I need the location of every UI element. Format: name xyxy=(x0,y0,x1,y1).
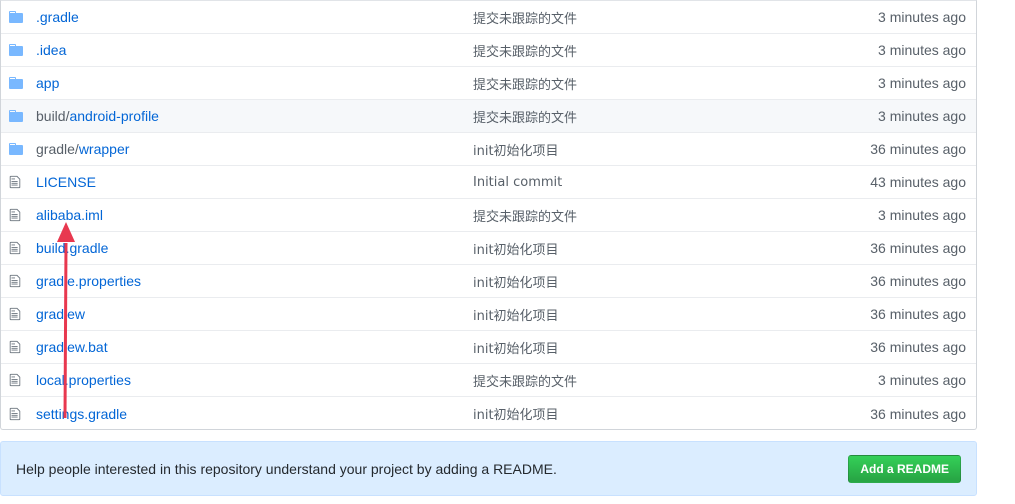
file-name-cell: gradle.properties xyxy=(36,273,473,289)
folder-icon xyxy=(1,143,36,155)
commit-message-link[interactable]: 提交未跟踪的文件 xyxy=(473,107,773,126)
table-row[interactable]: local.properties 提交未跟踪的文件 3 minutes ago xyxy=(1,364,976,397)
file-name-cell: build.gradle xyxy=(36,240,473,256)
commit-message-link[interactable]: Initial commit xyxy=(473,175,773,190)
file-name-cell: app xyxy=(36,75,473,91)
commit-message-link[interactable]: init初始化项目 xyxy=(473,239,773,258)
add-readme-button[interactable]: Add a README xyxy=(848,454,961,483)
table-row[interactable]: gradlew init初始化项目 36 minutes ago xyxy=(1,298,976,331)
folder-link[interactable]: app xyxy=(36,75,59,91)
commit-age: 3 minutes ago xyxy=(878,207,966,223)
file-icon xyxy=(1,208,36,222)
commit-age: 36 minutes ago xyxy=(870,306,966,322)
file-name-cell: settings.gradle xyxy=(36,406,473,422)
file-link[interactable]: settings.gradle xyxy=(36,406,127,422)
file-name-cell: gradlew xyxy=(36,306,473,322)
file-link[interactable]: gradlew.bat xyxy=(36,339,108,355)
file-name-cell: .gradle xyxy=(36,9,473,25)
table-row[interactable]: LICENSE Initial commit 43 minutes ago xyxy=(1,166,976,199)
commit-message-link[interactable]: init初始化项目 xyxy=(473,272,773,291)
readme-banner: Help people interested in this repositor… xyxy=(0,441,977,496)
commit-message-link[interactable]: init初始化项目 xyxy=(473,305,773,324)
folder-link[interactable]: .gradle xyxy=(36,9,79,25)
file-link[interactable]: LICENSE xyxy=(36,174,96,190)
table-row[interactable]: gradle/wrapper init初始化项目 36 minutes ago xyxy=(1,133,976,166)
file-name-cell: gradlew.bat xyxy=(36,339,473,355)
commit-age: 36 minutes ago xyxy=(870,240,966,256)
file-icon xyxy=(1,340,36,354)
table-row[interactable]: gradle.properties init初始化项目 36 minutes ago xyxy=(1,265,976,298)
file-name-cell: gradle/wrapper xyxy=(36,141,473,157)
readme-banner-text: Help people interested in this repositor… xyxy=(16,460,557,477)
file-name-cell: build/android-profile xyxy=(36,108,473,124)
file-list-table: .gradle 提交未跟踪的文件 3 minutes ago .idea 提交未跟踪的文… xyxy=(0,0,977,430)
commit-age: 36 minutes ago xyxy=(870,141,966,157)
commit-message-link[interactable]: 提交未跟踪的文件 xyxy=(473,371,773,390)
commit-age: 36 minutes ago xyxy=(870,339,966,355)
file-icon xyxy=(1,307,36,321)
file-name-cell: .idea xyxy=(36,42,473,58)
file-name-cell: alibaba.iml xyxy=(36,207,473,223)
table-row[interactable]: .idea 提交未跟踪的文件 3 minutes ago xyxy=(1,34,976,67)
commit-age: 3 minutes ago xyxy=(878,108,966,124)
commit-age: 3 minutes ago xyxy=(878,42,966,58)
commit-message-link[interactable]: init初始化项目 xyxy=(473,404,773,423)
table-row[interactable]: gradlew.bat init初始化项目 36 minutes ago xyxy=(1,331,976,364)
commit-age: 36 minutes ago xyxy=(870,405,966,422)
file-link[interactable]: local.properties xyxy=(36,372,131,388)
table-row[interactable]: settings.gradle init初始化项目 36 minutes ago xyxy=(1,397,976,429)
table-row[interactable]: build.gradle init初始化项目 36 minutes ago xyxy=(1,232,976,265)
file-link[interactable]: build.gradle xyxy=(36,240,108,256)
table-row[interactable]: .gradle 提交未跟踪的文件 3 minutes ago xyxy=(1,1,976,34)
table-row[interactable]: alibaba.iml 提交未跟踪的文件 3 minutes ago xyxy=(1,199,976,232)
table-row[interactable]: build/android-profile 提交未跟踪的文件 3 minutes a… xyxy=(1,100,976,133)
folder-icon xyxy=(1,44,36,56)
commit-age: 3 minutes ago xyxy=(878,9,966,25)
file-icon xyxy=(1,274,36,288)
commit-message-link[interactable]: 提交未跟踪的文件 xyxy=(473,74,773,93)
path-prefix[interactable]: gradle/ xyxy=(36,141,79,157)
commit-age: 3 minutes ago xyxy=(878,75,966,91)
file-icon xyxy=(1,373,36,387)
file-name-cell: local.properties xyxy=(36,372,473,388)
folder-link[interactable]: android-profile xyxy=(69,108,159,124)
file-link[interactable]: gradle.properties xyxy=(36,273,141,289)
file-icon xyxy=(1,175,36,189)
folder-icon xyxy=(1,11,36,23)
table-row[interactable]: app 提交未跟踪的文件 3 minutes ago xyxy=(1,67,976,100)
file-link[interactable]: gradlew xyxy=(36,306,85,322)
commit-message-link[interactable]: 提交未跟踪的文件 xyxy=(473,8,773,27)
commit-age: 43 minutes ago xyxy=(870,174,966,190)
commit-message-link[interactable]: init初始化项目 xyxy=(473,338,773,357)
commit-message-link[interactable]: 提交未跟踪的文件 xyxy=(473,41,773,60)
folder-icon xyxy=(1,110,36,122)
folder-icon xyxy=(1,77,36,89)
file-name-cell: LICENSE xyxy=(36,174,473,190)
file-icon xyxy=(1,407,36,421)
commit-message-link[interactable]: init初始化项目 xyxy=(473,140,773,159)
commit-message-link[interactable]: 提交未跟踪的文件 xyxy=(473,206,773,225)
file-link[interactable]: alibaba.iml xyxy=(36,207,103,223)
commit-age: 36 minutes ago xyxy=(870,273,966,289)
folder-link[interactable]: .idea xyxy=(36,42,66,58)
path-prefix[interactable]: build/ xyxy=(36,108,69,124)
commit-age: 3 minutes ago xyxy=(878,372,966,388)
folder-link[interactable]: wrapper xyxy=(79,141,130,157)
file-icon xyxy=(1,241,36,255)
